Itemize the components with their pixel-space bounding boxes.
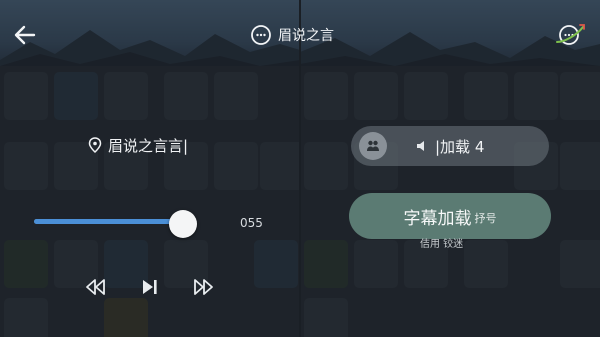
subtitle-load-button-label: 字幕加载 bbox=[403, 208, 472, 229]
button-caption: 佶用 铰迷 bbox=[420, 239, 464, 250]
subtitle-load-button[interactable]: 字幕加载 抒号 bbox=[349, 193, 551, 239]
users-icon bbox=[359, 132, 387, 160]
play-next-icon[interactable] bbox=[138, 276, 162, 298]
subtitle-load-button-sublabel: 抒号 bbox=[474, 212, 497, 225]
slider-fill bbox=[34, 219, 183, 224]
dim-overlay bbox=[300, 0, 600, 337]
right-screen bbox=[300, 0, 600, 337]
back-arrow-icon[interactable] bbox=[12, 22, 38, 48]
song-label-text: 眉说之言言| bbox=[108, 136, 189, 155]
slider-value: 055 bbox=[240, 216, 263, 230]
fast-forward-icon[interactable] bbox=[191, 276, 215, 298]
chat-bubble-logo-icon bbox=[251, 25, 271, 45]
volume-slider[interactable] bbox=[34, 210, 204, 238]
loading-status-text: |加载 4 bbox=[435, 137, 485, 156]
app-logo-icon bbox=[556, 24, 585, 45]
speaker-icon bbox=[417, 141, 424, 151]
screen-divider bbox=[299, 0, 301, 337]
rewind-icon[interactable] bbox=[84, 276, 108, 298]
slider-thumb[interactable] bbox=[168, 210, 197, 238]
location-pin-icon bbox=[88, 137, 102, 153]
loading-status-pill: |加载 4 bbox=[351, 126, 549, 166]
song-label: 眉说之言言| bbox=[88, 134, 188, 156]
page-title: 眉说之言 bbox=[250, 22, 334, 48]
title-text: 眉说之言 bbox=[278, 28, 334, 44]
